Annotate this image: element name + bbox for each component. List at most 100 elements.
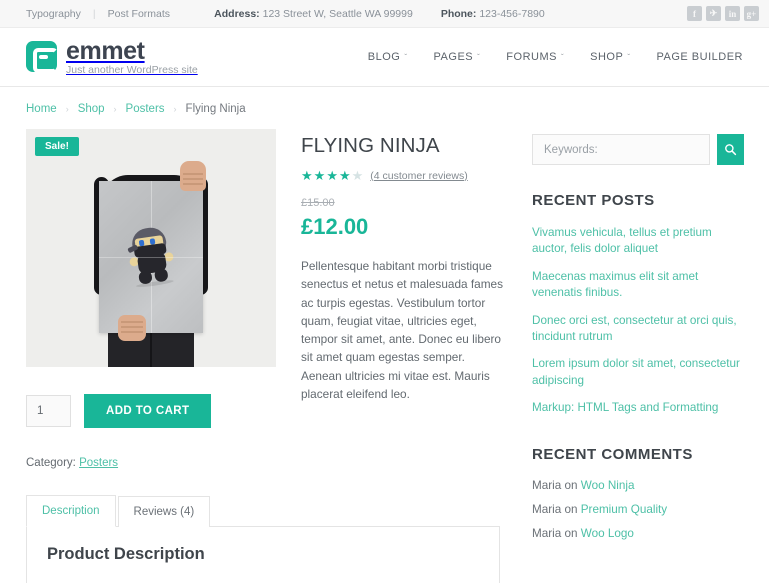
search-input[interactable]	[532, 134, 710, 165]
topbar-link-post-formats[interactable]: Post Formats	[96, 8, 182, 20]
comment-author: Maria	[532, 527, 562, 541]
list-item: Maria on Woo Ninja	[532, 479, 744, 492]
sale-badge: Sale!	[35, 137, 79, 156]
chevron-down-icon: ˇ	[560, 52, 565, 62]
nav-label-blog: BLOG	[367, 51, 401, 63]
recent-post-link[interactable]: Markup: HTML Tags and Formatting	[532, 400, 744, 416]
recent-post-link[interactable]: Donec orci est, consectetur at orci quis…	[532, 313, 744, 346]
linkedin-icon[interactable]: in	[724, 6, 740, 21]
comment-post-link[interactable]: Woo Logo	[581, 527, 634, 540]
social-links: f ✈ in g+	[686, 6, 759, 21]
list-item: Vivamus vehicula, tellus et pretium auct…	[532, 225, 744, 258]
address-value: 123 Street W, Seattle WA 99999	[262, 7, 413, 20]
phone-label: Phone:	[440, 7, 477, 20]
list-item: Markup: HTML Tags and Formatting	[532, 400, 744, 416]
product-photo-model	[88, 157, 214, 367]
product-image[interactable]: Sale!	[26, 129, 276, 367]
emmet-logo-icon	[26, 41, 58, 74]
chevron-down-icon: ˇ	[477, 52, 481, 62]
site-header: emmet Just another WordPress site BLOG ˇ…	[0, 28, 769, 87]
star-filled-icon: ★	[301, 168, 313, 183]
recent-posts-list: Vivamus vehicula, tellus et pretium auct…	[532, 225, 744, 416]
phone-value: 123-456-7890	[479, 7, 545, 20]
tab-description[interactable]: Description	[26, 495, 116, 527]
breadcrumb-item-home[interactable]: Home	[26, 103, 57, 115]
page-content: Sale! 1 ADD TO CART Category: Posters De…	[0, 129, 769, 583]
star-filled-icon: ★	[313, 168, 326, 183]
recent-post-link[interactable]: Vivamus vehicula, tellus et pretium auct…	[532, 225, 744, 258]
product-price: £12.00	[301, 214, 369, 239]
quantity-input[interactable]	[26, 395, 71, 427]
nav-item-forums[interactable]: FORUMS ˇ	[506, 51, 564, 63]
star-empty-icon: ★	[351, 168, 364, 183]
comment-author: Maria	[532, 479, 562, 493]
comment-on-word: on	[564, 527, 578, 541]
breadcrumb-item-posters[interactable]: Posters	[126, 103, 165, 115]
page-title: FLYING NINJA	[301, 134, 440, 157]
top-bar-links: Typography | Post Formats	[26, 8, 182, 20]
chevron-down-icon: ˇ	[404, 52, 408, 62]
product-old-price: £15.00	[301, 197, 335, 209]
list-item: Maria on Woo Logo	[532, 527, 744, 540]
nav-item-shop[interactable]: SHOP ˇ	[590, 51, 630, 63]
brand-tagline: Just another WordPress site	[66, 64, 198, 77]
brand-name: emmet	[66, 36, 145, 65]
star-filled-icon: ★	[326, 168, 338, 183]
googleplus-icon[interactable]: g+	[743, 6, 759, 21]
search-icon	[725, 144, 737, 156]
topbar-link-typography[interactable]: Typography	[26, 8, 93, 20]
poster-artwork	[99, 181, 203, 333]
product-category: Category: Posters	[26, 457, 276, 469]
recent-post-link[interactable]: Lorem ipsum dolor sit amet, consectetur …	[532, 356, 744, 389]
nav-item-blog[interactable]: BLOG ˇ	[368, 51, 408, 63]
comment-post-link[interactable]: Premium Quality	[581, 503, 667, 516]
list-item: Maria on Premium Quality	[532, 503, 744, 516]
address-label: Address:	[214, 7, 260, 20]
recent-comments-title: RECENT COMMENTS	[532, 446, 693, 464]
breadcrumb-item-current: Flying Ninja	[185, 103, 246, 115]
customer-reviews-link[interactable]: (4 customer reviews)	[370, 170, 467, 182]
facebook-icon[interactable]: f	[686, 6, 702, 21]
recent-post-link[interactable]: Maecenas maximus elit sit amet venenatis…	[532, 269, 744, 302]
ninja-character-icon	[124, 225, 177, 289]
main-navigation: BLOG ˇ PAGES ˇ FORUMS ˇ SHOP ˇ PAGE BUIL…	[368, 51, 743, 63]
chevron-down-icon: ˇ	[627, 52, 631, 62]
product-rating[interactable]: ★ ★ ★ ★ ★ (4 customer reviews)	[301, 169, 506, 182]
category-link-posters[interactable]: Posters	[79, 457, 118, 469]
star-rating-icons: ★ ★ ★ ★ ★	[301, 169, 363, 182]
search-widget	[532, 134, 744, 165]
nav-item-pages[interactable]: PAGES ˇ	[434, 51, 481, 63]
product-summary-column: FLYING NINJA ★ ★ ★ ★ ★ (4 customer revie…	[276, 129, 506, 583]
breadcrumb: Home › Shop › Posters › Flying Ninja	[0, 87, 769, 129]
brand-text: emmet Just another WordPress site	[66, 38, 198, 76]
nav-label-pages: PAGES	[433, 51, 474, 63]
search-button[interactable]	[717, 134, 744, 165]
breadcrumb-separator: ›	[173, 104, 177, 114]
sidebar: RECENT POSTS Vivamus vehicula, tellus et…	[506, 129, 744, 583]
product-gallery-column: Sale! 1 ADD TO CART Category: Posters De…	[26, 129, 500, 583]
phone-info: Phone: 123-456-7890	[441, 8, 545, 20]
recent-posts-title: RECENT POSTS	[532, 192, 655, 209]
address-info: Address: 123 Street W, Seattle WA 99999	[214, 8, 413, 20]
list-item: Lorem ipsum dolor sit amet, consectetur …	[532, 356, 744, 389]
twitter-icon[interactable]: ✈	[705, 6, 721, 21]
add-to-cart-button[interactable]: ADD TO CART	[84, 394, 212, 428]
add-to-cart-form: ADD TO CART	[26, 394, 276, 428]
nav-item-page-builder[interactable]: PAGE BUILDER	[657, 51, 744, 63]
model-hand-top	[180, 161, 206, 191]
recent-comments-list: Maria on Woo Ninja Maria on Premium Qual…	[532, 479, 744, 540]
nav-label-shop: SHOP	[590, 51, 624, 63]
list-item: Maecenas maximus elit sit amet venenatis…	[532, 269, 744, 302]
site-logo[interactable]: emmet Just another WordPress site	[26, 38, 198, 76]
top-bar-contact: Address: 123 Street W, Seattle WA 99999 …	[214, 8, 545, 20]
product-short-description: Pellentesque habitant morbi tristique se…	[301, 259, 503, 401]
comment-on-word: on	[564, 479, 578, 493]
top-bar: Typography | Post Formats Address: 123 S…	[0, 0, 769, 28]
comment-post-link[interactable]: Woo Ninja	[581, 479, 635, 492]
list-item: Donec orci est, consectetur at orci quis…	[532, 313, 744, 346]
nav-label-forums: FORUMS	[506, 51, 557, 63]
model-hand-bottom	[118, 315, 146, 341]
tab-reviews[interactable]: Reviews (4)	[117, 496, 211, 527]
breadcrumb-item-shop[interactable]: Shop	[78, 103, 105, 115]
breadcrumb-separator: ›	[113, 104, 117, 114]
